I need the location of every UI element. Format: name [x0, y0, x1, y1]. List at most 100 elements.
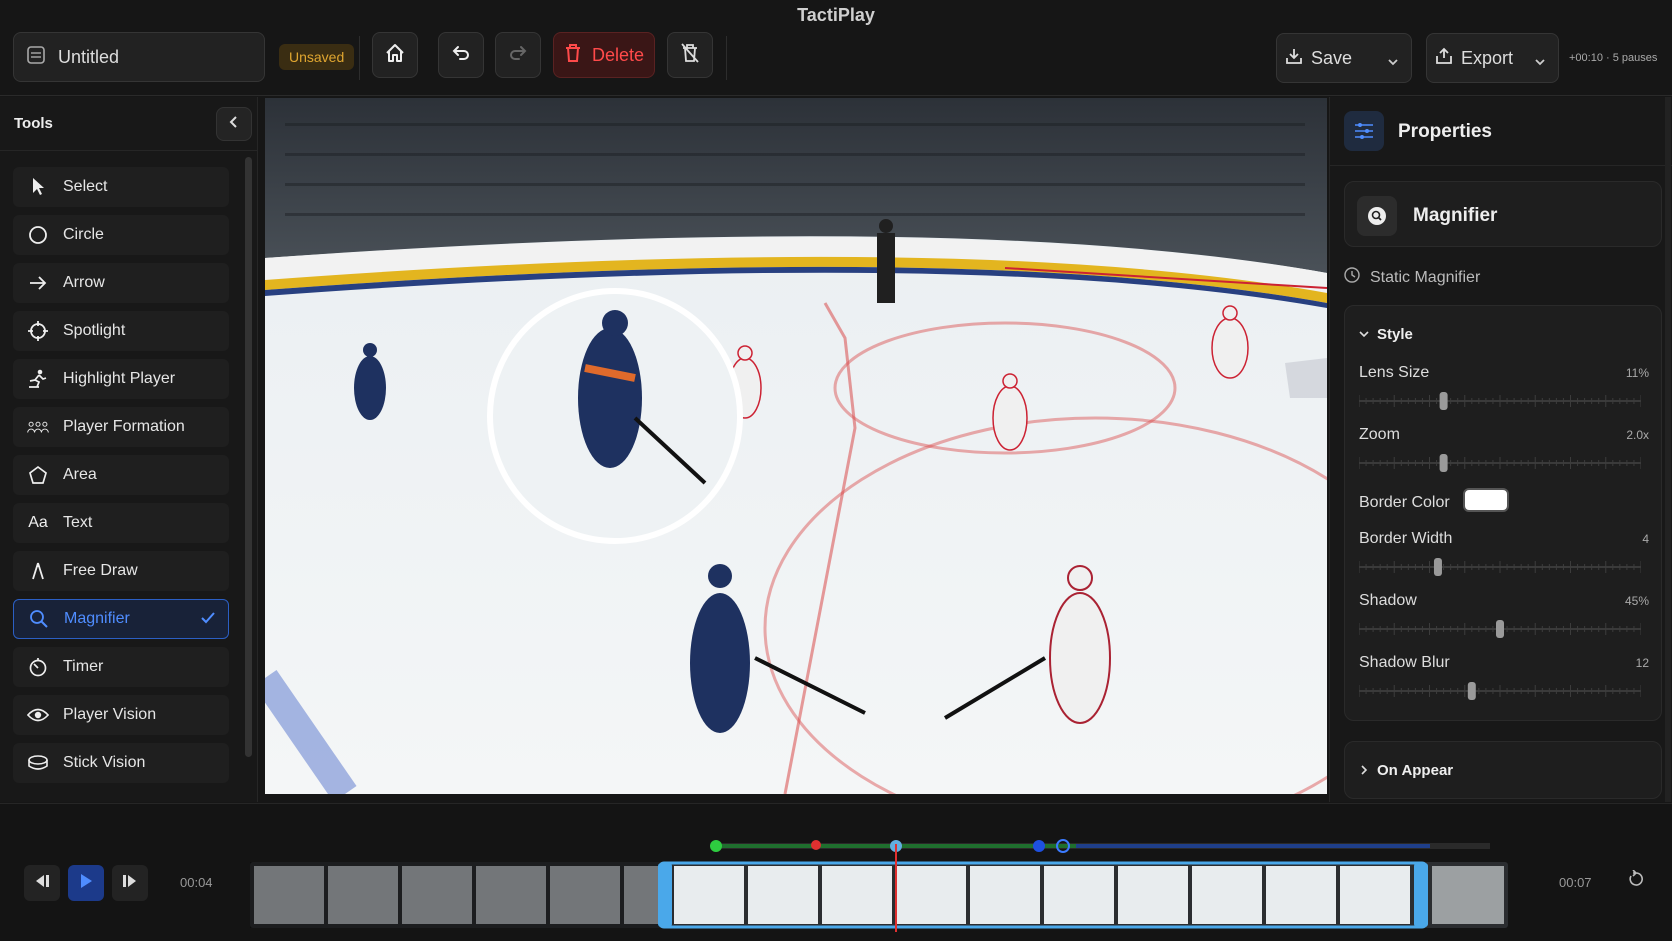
tool-label: Area — [63, 466, 97, 483]
chevron-down-icon[interactable] — [1387, 52, 1399, 73]
unsaved-badge: Unsaved — [279, 44, 355, 70]
duration-meta: +00:10 · 5 pauses — [1569, 52, 1658, 64]
undo-button[interactable] — [438, 32, 484, 78]
home-button[interactable] — [372, 32, 418, 78]
shadow-blur-slider[interactable] — [1358, 682, 1642, 700]
clock-icon — [1344, 267, 1360, 288]
document-title-field[interactable]: Untitled — [13, 32, 265, 82]
clear-all-button[interactable] — [667, 32, 713, 78]
reset-icon[interactable] — [1627, 869, 1645, 893]
step-back-button[interactable] — [24, 865, 60, 901]
tool-player-vision[interactable]: Player Vision — [13, 695, 229, 735]
tools-sidebar: Tools Select Circle Arrow Spotlight High… — [0, 97, 258, 802]
app-window: TactiPlay Untitled Unsaved Delete Save E… — [0, 0, 1672, 941]
border-width-label: Border Width — [1359, 530, 1453, 547]
zoom-slider[interactable] — [1358, 454, 1642, 472]
export-icon — [1435, 47, 1453, 70]
redo-icon — [507, 42, 529, 69]
static-magnifier-label: Static Magnifier — [1370, 268, 1481, 286]
tool-area[interactable]: Area — [13, 455, 229, 495]
tool-player-formation[interactable]: Player Formation — [13, 407, 229, 447]
slider-thumb — [1496, 620, 1504, 638]
video-canvas[interactable] — [265, 98, 1327, 794]
properties-scrollbar[interactable] — [1665, 97, 1671, 802]
trim-handle-right — [1414, 863, 1428, 927]
cursor-icon — [27, 176, 49, 198]
timeline-track[interactable] — [250, 834, 1508, 932]
step-forward-button[interactable] — [112, 865, 148, 901]
zoom-label: Zoom — [1359, 426, 1400, 443]
style-section: Style Lens Size 11% Zoom 2.0x Border Col… — [1344, 305, 1662, 721]
border-color-swatch[interactable] — [1463, 488, 1509, 512]
tool-highlight-player[interactable]: Highlight Player — [13, 359, 229, 399]
on-appear-section: On Appear — [1344, 741, 1662, 799]
undo-icon — [450, 42, 472, 69]
sidebar-title: Tools — [14, 115, 53, 132]
circle-icon — [27, 224, 49, 246]
tool-label: Arrow — [63, 274, 105, 291]
group-icon — [27, 416, 49, 438]
top-toolbar: Untitled Unsaved Delete Save Export +00:… — [0, 30, 1672, 96]
divider — [1330, 165, 1672, 166]
chevron-down-icon — [1359, 326, 1369, 343]
tool-circle[interactable]: Circle — [13, 215, 229, 255]
shadow-blur-value: 12 — [1635, 656, 1649, 670]
tool-free-draw[interactable]: Free Draw — [13, 551, 229, 591]
end-time: 00:07 — [1559, 875, 1592, 890]
delete-button[interactable]: Delete — [553, 32, 655, 78]
pen-icon — [27, 560, 49, 582]
play-icon — [79, 873, 93, 894]
static-magnifier-info: Static Magnifier — [1344, 267, 1480, 288]
chevron-down-icon[interactable] — [1534, 52, 1546, 73]
play-button[interactable] — [68, 865, 104, 901]
tool-label: Player Formation — [63, 418, 185, 435]
tool-label: Highlight Player — [63, 370, 176, 387]
selected-tool-card: Magnifier — [1344, 181, 1662, 247]
tool-timer[interactable]: Timer — [13, 647, 229, 687]
tool-text[interactable]: Aa Text — [13, 503, 229, 543]
tool-magnifier[interactable]: Magnifier — [13, 599, 229, 639]
divider — [359, 36, 360, 80]
selected-tool-name: Magnifier — [1413, 205, 1498, 226]
home-icon — [384, 42, 406, 69]
save-button[interactable]: Save — [1276, 33, 1412, 83]
tool-spotlight[interactable]: Spotlight — [13, 311, 229, 351]
timer-icon — [27, 656, 49, 678]
lens-size-slider[interactable] — [1358, 392, 1642, 410]
tool-arrow[interactable]: Arrow — [13, 263, 229, 303]
redo-button[interactable] — [495, 32, 541, 78]
sidebar-scrollbar[interactable] — [245, 157, 252, 757]
timeline-bar: 00:04 00:07 — [0, 803, 1672, 941]
chevron-left-icon — [228, 115, 240, 134]
step-forward-icon — [121, 874, 139, 893]
keyframe-marker — [1033, 840, 1045, 852]
document-icon — [26, 45, 46, 70]
hockey-video-frame — [265, 98, 1327, 794]
tool-select[interactable]: Select — [13, 167, 229, 207]
border-width-slider[interactable] — [1358, 558, 1642, 576]
slider-thumb — [1439, 392, 1448, 410]
pentagon-icon — [27, 464, 49, 486]
export-button[interactable]: Export — [1426, 33, 1559, 83]
spotlight-icon — [27, 320, 49, 342]
shadow-label: Shadow — [1359, 592, 1417, 609]
trim-handle-left — [658, 863, 672, 927]
style-section-toggle[interactable]: Style — [1359, 326, 1413, 343]
zoom-value: 2.0x — [1626, 428, 1649, 442]
properties-panel: Properties Magnifier Static Magnifier St… — [1329, 97, 1672, 802]
shadow-value: 45% — [1624, 594, 1649, 608]
shadow-slider[interactable] — [1358, 620, 1642, 638]
tool-stick-vision[interactable]: Stick Vision — [13, 743, 229, 783]
tool-label: Magnifier — [64, 610, 130, 627]
lens-size-value: 11% — [1625, 366, 1649, 380]
lens-size-label: Lens Size — [1359, 364, 1430, 381]
tool-label: Player Vision — [63, 706, 157, 723]
tool-label: Free Draw — [63, 562, 138, 579]
on-appear-toggle[interactable]: On Appear — [1359, 762, 1453, 779]
collapse-sidebar-button[interactable] — [216, 107, 252, 141]
save-icon — [1285, 47, 1303, 70]
app-title: TactiPlay — [797, 5, 875, 25]
export-label: Export — [1461, 47, 1514, 68]
sliders-icon — [1344, 111, 1384, 151]
style-section-title: Style — [1377, 326, 1413, 343]
